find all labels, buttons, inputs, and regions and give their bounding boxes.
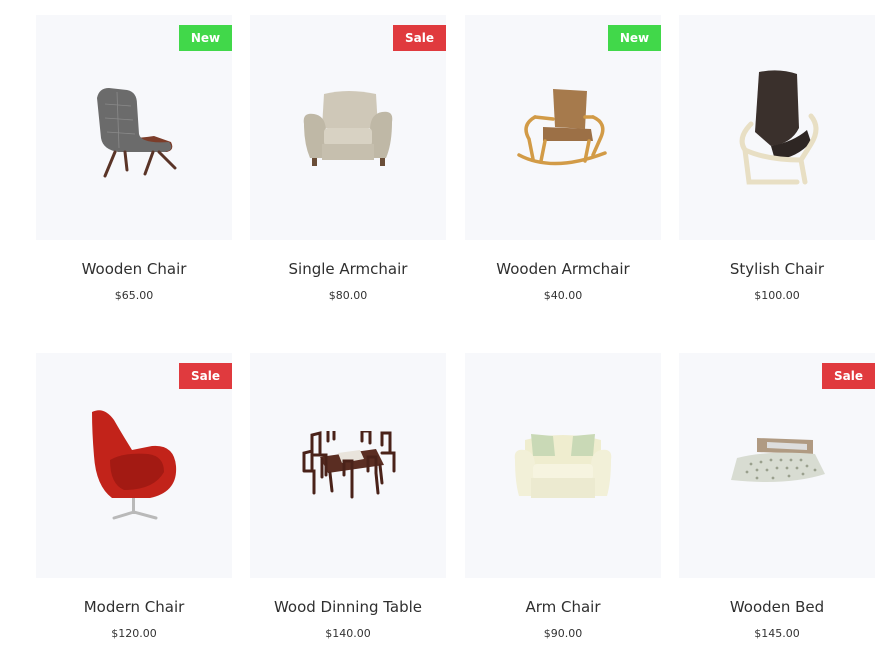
sale-badge: Sale	[179, 363, 232, 389]
product-image[interactable]: Sale	[250, 15, 446, 240]
product-image[interactable]	[465, 353, 661, 578]
product-grid: New Wooden Chair $65.00 Sale Single Armc…	[0, 0, 893, 646]
product-image[interactable]: Sale	[36, 353, 232, 578]
new-badge: New	[179, 25, 232, 51]
product-price: $100.00	[754, 289, 800, 302]
armchair-icon	[303, 90, 393, 166]
product-title[interactable]: Stylish Chair	[679, 260, 875, 278]
sale-badge: Sale	[822, 363, 875, 389]
new-badge: New	[608, 25, 661, 51]
product-title[interactable]: Wooden Bed	[679, 598, 875, 616]
loveseat-icon	[514, 433, 612, 498]
egg-chair-icon	[92, 409, 177, 519]
dining-set-icon	[302, 430, 396, 498]
product-title[interactable]: Wooden Armchair	[465, 260, 661, 278]
bed-icon	[731, 437, 825, 482]
product-card[interactable]: Sale Wooden Bed $145.00	[679, 353, 875, 640]
product-price: $140.00	[325, 627, 371, 640]
poang-chair-icon	[739, 69, 819, 184]
product-card[interactable]: Wood Dinning Table $140.00	[250, 353, 446, 640]
product-image[interactable]: Sale	[679, 353, 875, 578]
product-title[interactable]: Wooden Chair	[36, 260, 232, 278]
product-card[interactable]: Stylish Chair $100.00	[679, 15, 875, 302]
product-card[interactable]: New Wooden Armchair $40.00	[465, 15, 661, 302]
product-price: $40.00	[543, 289, 583, 302]
product-image[interactable]: New	[36, 15, 232, 240]
product-card[interactable]: Sale Single Armchair $80.00	[250, 15, 446, 302]
product-image[interactable]	[250, 353, 446, 578]
product-price: $65.00	[114, 289, 154, 302]
rocking-chair-icon	[517, 88, 607, 165]
product-price: $120.00	[111, 627, 157, 640]
product-title[interactable]: Arm Chair	[465, 598, 661, 616]
product-title[interactable]: Single Armchair	[250, 260, 446, 278]
product-card[interactable]: Arm Chair $90.00	[465, 353, 661, 640]
product-title[interactable]: Wood Dinning Table	[250, 598, 446, 616]
product-price: $80.00	[328, 289, 368, 302]
product-price: $145.00	[754, 627, 800, 640]
product-price: $90.00	[543, 627, 583, 640]
product-card[interactable]: Sale Modern Chair $120.00	[36, 353, 232, 640]
lounge-chair-icon	[97, 87, 177, 177]
product-image[interactable]	[679, 15, 875, 240]
product-card[interactable]: New Wooden Chair $65.00	[36, 15, 232, 302]
product-title[interactable]: Modern Chair	[36, 598, 232, 616]
sale-badge: Sale	[393, 25, 446, 51]
product-image[interactable]: New	[465, 15, 661, 240]
